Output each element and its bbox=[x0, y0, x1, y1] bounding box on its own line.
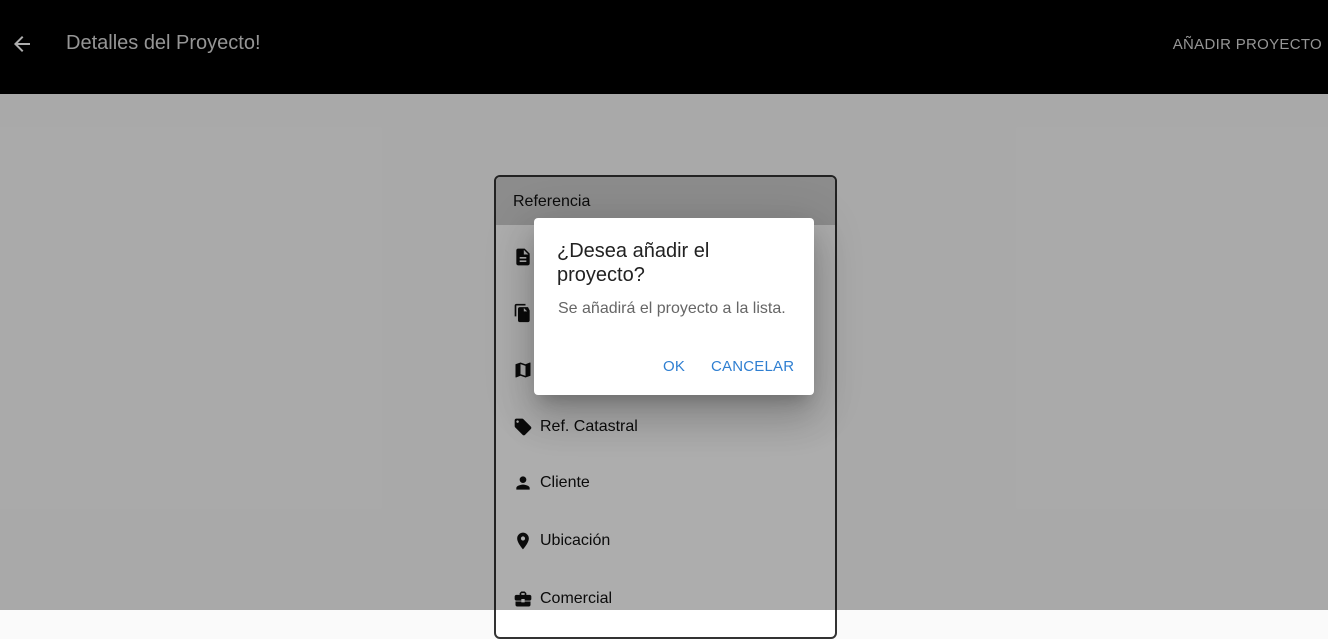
ok-button[interactable]: OK bbox=[663, 358, 685, 375]
dialog-title: ¿Desea añadir el proyecto? bbox=[557, 240, 710, 286]
cancel-button[interactable]: CANCELAR bbox=[711, 358, 794, 375]
dialog-message: Se añadirá el proyecto a la lista. bbox=[558, 300, 786, 317]
confirm-dialog: ¿Desea añadir el proyecto? Se añadirá el… bbox=[534, 218, 814, 395]
